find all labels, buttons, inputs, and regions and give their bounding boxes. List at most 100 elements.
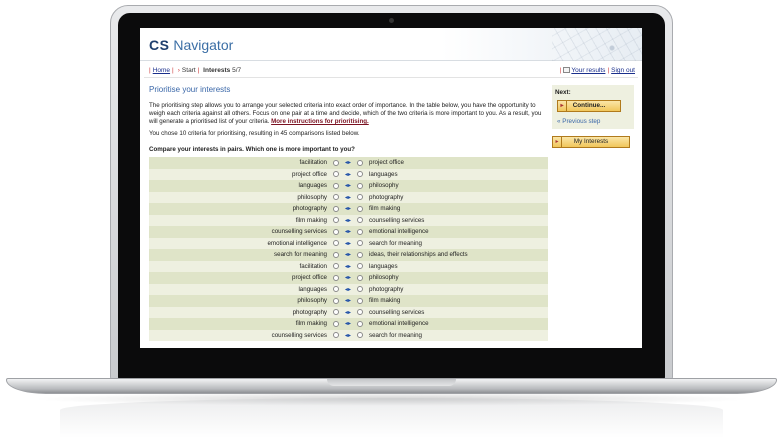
previous-step-link[interactable]: « Previous step (557, 118, 631, 125)
breadcrumb-separator: | (197, 67, 200, 74)
right-radio-cell (354, 157, 366, 169)
table-row: search for meaning ◂▸ ideas, their relatio… (149, 249, 548, 261)
right-criterion: film making (366, 203, 548, 215)
left-radio[interactable] (333, 194, 339, 201)
left-criterion: philosophy (149, 295, 330, 307)
right-radio[interactable] (357, 297, 363, 304)
right-radio[interactable] (357, 274, 363, 281)
right-radio[interactable] (357, 263, 363, 270)
left-radio[interactable] (333, 205, 339, 212)
right-radio-cell (354, 318, 366, 330)
right-criterion: counselling services (366, 306, 548, 318)
left-radio-cell (330, 157, 342, 169)
continue-button[interactable]: ▸ Continue... (557, 100, 621, 112)
main-content: Prioritise your interests The prioritisi… (149, 85, 549, 341)
left-radio[interactable] (333, 159, 339, 166)
compare-arrows-icon: ◂▸ (342, 306, 354, 318)
left-radio[interactable] (333, 171, 339, 178)
right-radio[interactable] (357, 194, 363, 201)
comparison-question: Compare your interests in pairs. Which o… (149, 146, 355, 153)
right-criterion: emotional intelligence (366, 226, 548, 238)
page-title: Prioritise your interests (149, 85, 231, 94)
table-row: languages ◂▸ philosophy (149, 180, 548, 192)
left-radio-cell (330, 283, 342, 295)
compare-arrows-icon: ◂▸ (342, 260, 354, 272)
right-radio-cell (354, 283, 366, 295)
right-radio-cell (354, 237, 366, 249)
left-radio[interactable] (333, 297, 339, 304)
right-radio-cell (354, 214, 366, 226)
left-radio[interactable] (333, 240, 339, 247)
left-radio-cell (330, 168, 342, 180)
breadcrumb-start[interactable]: Start (182, 67, 196, 74)
right-radio[interactable] (357, 205, 363, 212)
right-radio-cell (354, 191, 366, 203)
left-criterion: search for meaning (149, 249, 330, 261)
right-radio[interactable] (357, 228, 363, 235)
breadcrumb-separator: | (172, 67, 174, 74)
right-radio[interactable] (357, 182, 363, 189)
right-radio[interactable] (357, 217, 363, 224)
left-radio[interactable] (333, 332, 339, 339)
compare-arrows-icon: ◂▸ (342, 191, 354, 203)
header-decoration (552, 28, 642, 61)
left-criterion: philosophy (149, 191, 330, 203)
left-radio[interactable] (333, 251, 339, 258)
left-radio-cell (330, 260, 342, 272)
table-row: film making ◂▸ emotional intelligence (149, 318, 548, 330)
breadcrumb-home-link[interactable]: Home (153, 67, 170, 74)
right-radio[interactable] (357, 251, 363, 258)
my-interests-button[interactable]: ▸ My Interests (552, 136, 630, 148)
right-criterion: film making (366, 295, 548, 307)
left-radio[interactable] (333, 263, 339, 270)
right-radio[interactable] (357, 240, 363, 247)
compare-arrows-icon: ◂▸ (342, 226, 354, 238)
results-icon (563, 67, 571, 73)
sidebar: Next: ▸ Continue... « Previous step ▸ My… (552, 85, 634, 148)
left-criterion: project office (149, 272, 330, 284)
breadcrumb-separator: | (149, 67, 151, 74)
compare-arrows-icon: ◂▸ (342, 249, 354, 261)
left-radio-cell (330, 226, 342, 238)
next-box: Next: ▸ Continue... « Previous step (552, 85, 634, 129)
right-radio-cell (354, 249, 366, 261)
left-radio[interactable] (333, 320, 339, 327)
right-criterion: emotional intelligence (366, 318, 548, 330)
right-radio[interactable] (357, 171, 363, 178)
left-radio[interactable] (333, 182, 339, 189)
left-radio[interactable] (333, 274, 339, 281)
right-radio[interactable] (357, 332, 363, 339)
left-criterion: counselling services (149, 329, 330, 341)
left-radio-cell (330, 306, 342, 318)
compare-arrows-icon: ◂▸ (342, 295, 354, 307)
instructions-link[interactable]: More instructions for prioritising. (271, 118, 369, 125)
breadcrumb-bar: | Home | › Start | Interests 5/7 | Your result… (144, 64, 638, 78)
left-criterion: film making (149, 318, 330, 330)
compare-arrows-icon: ◂▸ (342, 214, 354, 226)
right-radio-cell (354, 226, 366, 238)
screen: CS Navigator | Home | › Start | Interests 5/7… (140, 28, 642, 348)
right-radio[interactable] (357, 320, 363, 327)
left-radio[interactable] (333, 286, 339, 293)
your-results-link[interactable]: Your results (571, 67, 605, 74)
right-radio[interactable] (357, 286, 363, 293)
left-criterion: facilitation (149, 157, 330, 169)
left-radio[interactable] (333, 309, 339, 316)
right-radio-cell (354, 168, 366, 180)
table-row: counselling services ◂▸ search for meaning (149, 329, 548, 341)
right-criterion: languages (366, 260, 548, 272)
left-radio[interactable] (333, 228, 339, 235)
table-row: project office ◂▸ philosophy (149, 272, 548, 284)
table-row: philosophy ◂▸ photography (149, 191, 548, 203)
right-criterion: languages (366, 168, 548, 180)
site-logo[interactable]: CS Navigator (149, 37, 233, 53)
left-criterion: languages (149, 283, 330, 295)
left-radio[interactable] (333, 217, 339, 224)
left-criterion: emotional intelligence (149, 237, 330, 249)
sign-out-link[interactable]: Sign out (611, 67, 635, 74)
right-radio[interactable] (357, 159, 363, 166)
table-row: languages ◂▸ photography (149, 283, 548, 295)
right-radio[interactable] (357, 309, 363, 316)
my-interests-label: My Interests (573, 138, 609, 145)
logo-bold: CS (149, 37, 170, 53)
